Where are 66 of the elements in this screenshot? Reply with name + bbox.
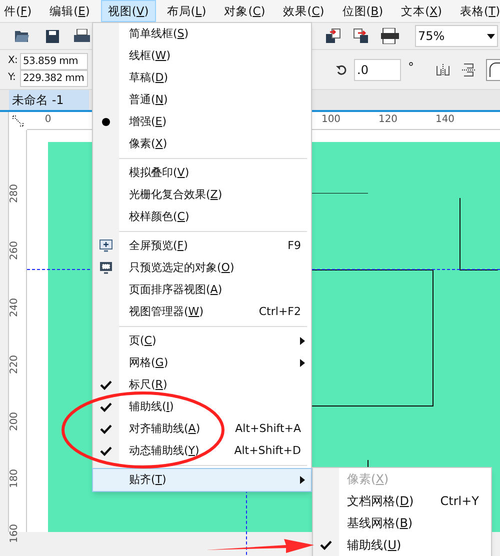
document-tab[interactable]: 未命名 -1 [9, 90, 89, 110]
printer-icon[interactable] [74, 29, 90, 43]
menu-title[interactable]: 件(F) [0, 1, 38, 21]
y-label: Y: [8, 71, 17, 85]
monitor-move-icon [99, 239, 113, 253]
menu-title[interactable]: 位图(B) [336, 1, 390, 21]
menu-item[interactable]: 校样颜色(C) [93, 206, 311, 228]
menu-item[interactable]: 简单线框(S) [93, 23, 311, 45]
menu-item[interactable]: 辅助线(U) [313, 534, 491, 556]
menu-item[interactable]: 增强(E) [93, 111, 311, 133]
ruler-label: 160 [8, 524, 22, 544]
import-icon[interactable] [325, 28, 341, 44]
menu-item[interactable]: 页面排序器视图(A) [93, 279, 311, 301]
menu-title[interactable]: 视图(V) [102, 1, 155, 21]
zoom-dropdown[interactable]: 75% [415, 25, 498, 47]
ruler-label: 120 [378, 113, 398, 127]
menu-item[interactable]: 全屏预览(F) F9 [93, 235, 311, 257]
menu-item[interactable]: 只预览选定的对象(O) [93, 257, 311, 279]
submenu-arrow-icon [300, 337, 305, 345]
menu-item[interactable]: 文档网格(D) Ctrl+Y [313, 490, 491, 512]
x-label: X: [8, 54, 19, 68]
submenu-arrow-icon [300, 359, 305, 367]
menu-title[interactable]: 文本(X) [395, 1, 448, 21]
mirror-vertical-icon[interactable] [462, 62, 476, 76]
menu-item[interactable]: 标尺(R) [93, 374, 311, 396]
menu-item[interactable]: 模拟叠印(V) [93, 162, 311, 184]
ruler-label: 140 [435, 113, 455, 127]
menu-title[interactable]: 对象(C) [218, 1, 272, 21]
dropdown-arrow-icon [487, 34, 495, 38]
y-position-field[interactable]: 229.382 mm [20, 70, 88, 86]
menu-item[interactable]: 贴齐(T) [93, 469, 311, 491]
folder-icon[interactable] [14, 29, 30, 43]
menu-item[interactable]: 动态辅助线(Y) Alt+Shift+D [93, 440, 311, 462]
menu-title[interactable]: 效果(C) [277, 1, 330, 21]
menu-item[interactable]: 对齐辅助线(A) Alt+Shift+A [93, 418, 311, 440]
ruler-label: 240 [8, 298, 22, 318]
monitor-icon [99, 261, 113, 275]
menu-item[interactable]: 普通(N) [93, 89, 311, 111]
save-icon[interactable] [46, 30, 59, 42]
export-icon[interactable] [353, 28, 369, 44]
ruler-label: 0 [44, 113, 52, 127]
ruler-label: 280 [8, 184, 22, 204]
mirror-horizontal-icon[interactable] [436, 64, 450, 76]
menu-item[interactable]: 视图管理器(W) Ctrl+F2 [93, 301, 311, 323]
menu-item[interactable]: 辅助线(I) [93, 396, 311, 418]
menu-item[interactable]: 线框(W) [93, 45, 311, 67]
degree-label: ° [408, 58, 414, 76]
menu-title[interactable]: 编辑(E) [44, 1, 96, 21]
menu-item[interactable]: 网格(G) [93, 352, 311, 374]
menu-item[interactable]: 光栅化复合效果(Z) [93, 184, 311, 206]
menu-title[interactable]: 表格(T) [454, 1, 500, 21]
x-position-field[interactable]: 53.859 mm [20, 52, 88, 70]
ruler-label: 220 [8, 354, 22, 374]
submenu-arrow-icon [300, 476, 305, 484]
ruler-label: 100 [321, 113, 341, 127]
rotate-icon [336, 64, 348, 76]
ruler-label: 260 [8, 240, 22, 260]
menu-item[interactable]: 页(C) [93, 330, 311, 352]
rotation-angle-field[interactable]: .0 [354, 58, 401, 80]
menu-title[interactable]: 布局(L) [160, 1, 212, 21]
menu-item[interactable]: 像素(X) [93, 133, 311, 155]
ruler-label: 180 [8, 468, 22, 488]
menu-item[interactable]: 基线网格(B) [313, 512, 491, 534]
menu-item[interactable]: 草稿(D) [93, 67, 311, 89]
corner-icon[interactable] [486, 58, 500, 80]
ruler-label: 200 [8, 412, 22, 432]
